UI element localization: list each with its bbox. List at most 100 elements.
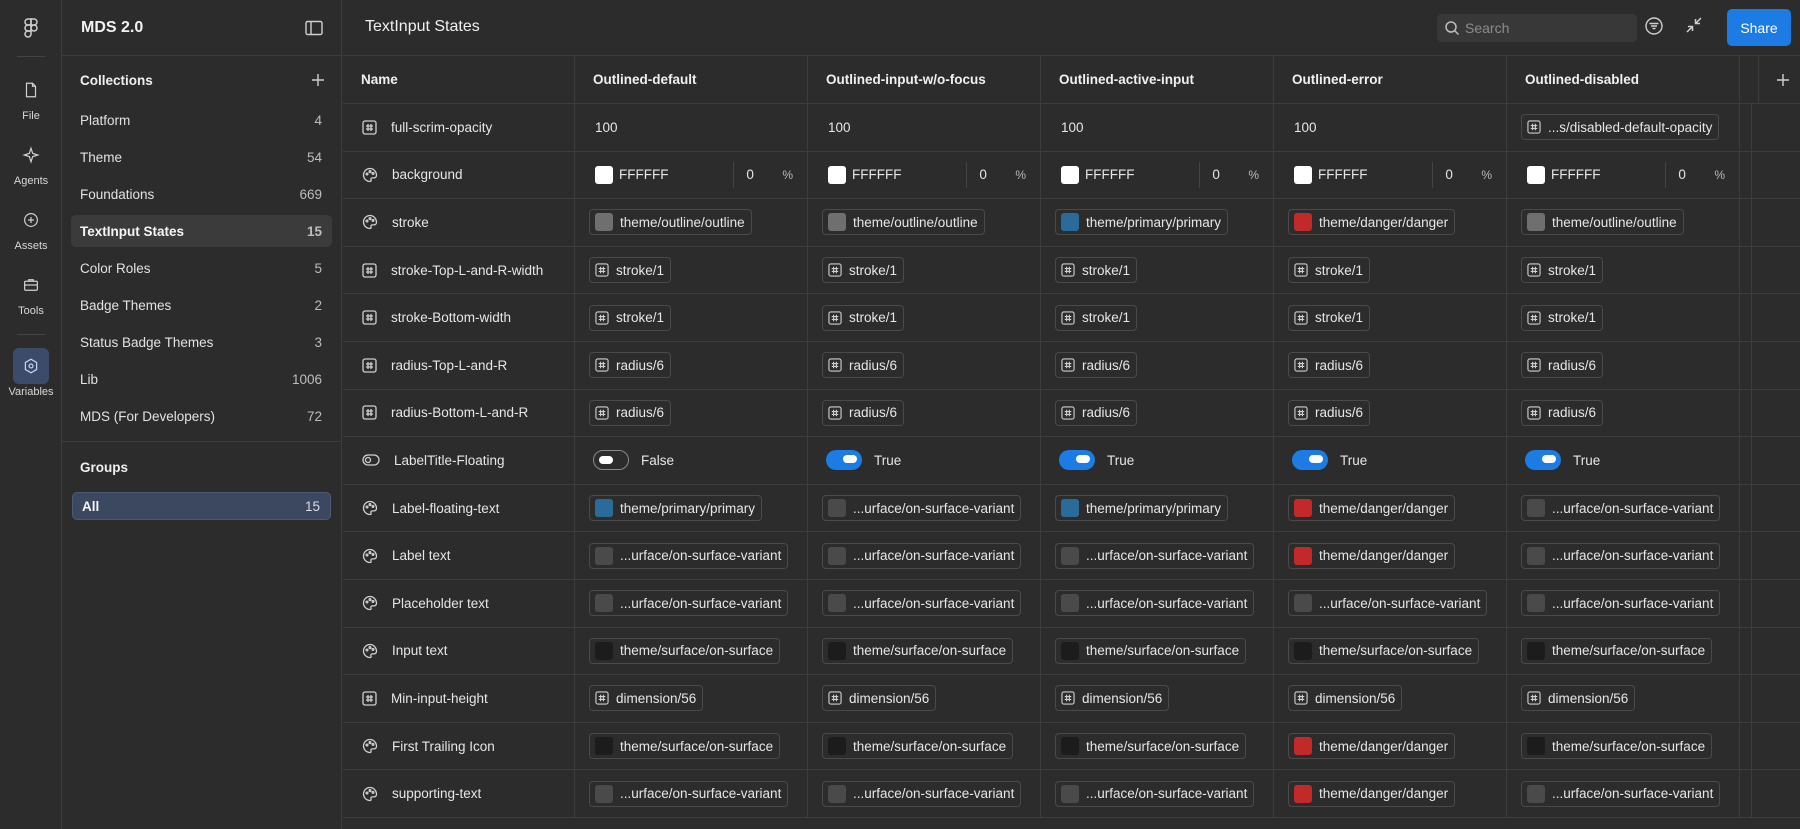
color-value[interactable]: FFFFFF 0% (822, 161, 1040, 188)
mode-value-cell[interactable]: radius/6 (808, 341, 1041, 389)
opacity-value[interactable]: 0 (1445, 167, 1481, 182)
mode-value-cell[interactable]: stroke/1 (808, 294, 1041, 341)
collection-item[interactable]: Status Badge Themes 3 (71, 326, 332, 358)
mode-column-header[interactable]: Outlined-input-w/o-focus (808, 56, 1041, 103)
mode-value-cell[interactable]: 100 (575, 104, 808, 151)
mode-value-cell[interactable]: FFFFFF 0% (575, 151, 808, 199)
variable-name-cell[interactable]: Placeholder text (343, 579, 575, 627)
share-button[interactable]: Share (1727, 9, 1791, 46)
mode-column-header[interactable]: Outlined-default (575, 56, 808, 103)
mode-value-cell[interactable]: ...urface/on-surface-variant (1041, 532, 1274, 579)
mode-value-cell[interactable]: theme/primary/primary (575, 484, 808, 532)
alias-pill[interactable]: radius/6 (1055, 352, 1138, 379)
mode-value-cell[interactable]: stroke/1 (1041, 246, 1274, 294)
rail-item-assets[interactable]: Assets (0, 202, 62, 252)
collection-item[interactable]: Foundations 669 (71, 178, 332, 210)
mode-value-cell[interactable]: radius/6 (808, 389, 1041, 437)
table-row[interactable]: radius-Bottom-L-and-R radius/6 radius/6 rad… (343, 389, 1800, 438)
mode-value-cell[interactable]: theme/outline/outline (808, 199, 1041, 246)
color-alias-pill[interactable]: theme/surface/on-surface (1521, 733, 1713, 760)
mode-value-cell[interactable]: radius/6 (575, 389, 808, 437)
add-mode-button[interactable] (1759, 56, 1800, 103)
color-alias-pill[interactable]: ...urface/on-surface-variant (589, 542, 789, 569)
alias-pill[interactable]: stroke/1 (1521, 257, 1604, 284)
variable-name-cell[interactable]: LabelTitle-Floating (343, 437, 575, 484)
mode-value-cell[interactable]: stroke/1 (1507, 246, 1740, 294)
collection-item[interactable]: Platform 4 (71, 104, 332, 136)
mode-value-cell[interactable]: radius/6 (1507, 341, 1740, 389)
color-alias-pill[interactable]: ...urface/on-surface-variant (1055, 542, 1255, 569)
color-alias-pill[interactable]: ...urface/on-surface-variant (589, 590, 789, 617)
mode-value-cell[interactable]: ...urface/on-surface-variant (1507, 532, 1740, 579)
mode-value-cell[interactable]: stroke/1 (1507, 294, 1740, 341)
color-alias-pill[interactable]: theme/surface/on-surface (1288, 637, 1480, 664)
color-alias-pill[interactable]: ...urface/on-surface-variant (1521, 780, 1721, 807)
mode-value-cell[interactable]: theme/surface/on-surface (1041, 627, 1274, 675)
mode-value-cell[interactable]: dimension/56 (1274, 675, 1507, 722)
mode-value-cell[interactable]: ...urface/on-surface-variant (1041, 579, 1274, 627)
mode-value-cell[interactable]: ...urface/on-surface-variant (1274, 579, 1507, 627)
mode-value-cell[interactable]: theme/primary/primary (1041, 199, 1274, 246)
mode-value-cell[interactable]: ...urface/on-surface-variant (1507, 484, 1740, 532)
color-alias-pill[interactable]: theme/primary/primary (589, 495, 763, 522)
variable-name-cell[interactable]: Label-floating-text (343, 484, 575, 532)
color-alias-pill[interactable]: theme/surface/on-surface (822, 637, 1014, 664)
mode-value-cell[interactable]: ...s/disabled-default-opacity (1507, 104, 1740, 151)
alias-pill[interactable]: dimension/56 (1055, 685, 1170, 712)
alias-pill[interactable]: stroke/1 (589, 257, 672, 284)
color-alias-pill[interactable]: ...urface/on-surface-variant (589, 780, 789, 807)
mode-value-cell[interactable]: ...urface/on-surface-variant (808, 532, 1041, 579)
variable-name-cell[interactable]: radius-Bottom-L-and-R (343, 389, 575, 437)
mode-value-cell[interactable]: FFFFFF 0% (1507, 151, 1740, 199)
mode-column-header[interactable]: Outlined-disabled (1507, 56, 1740, 103)
color-alias-pill[interactable]: ...urface/on-surface-variant (1521, 495, 1721, 522)
mode-value-cell[interactable]: dimension/56 (575, 675, 808, 722)
color-value[interactable]: FFFFFF 0% (589, 161, 807, 188)
collection-item-selected[interactable]: TextInput States 15 (71, 215, 332, 247)
opacity-value[interactable]: 0 (1212, 167, 1248, 182)
alias-pill[interactable]: radius/6 (589, 399, 672, 426)
search-box[interactable] (1437, 14, 1637, 42)
mode-value-cell[interactable]: True (1507, 437, 1740, 484)
color-alias-pill[interactable]: theme/surface/on-surface (589, 733, 781, 760)
mode-value-cell[interactable]: ...urface/on-surface-variant (1507, 770, 1740, 817)
mode-value-cell[interactable]: ...urface/on-surface-variant (808, 579, 1041, 627)
color-alias-pill[interactable]: theme/danger/danger (1288, 209, 1456, 236)
mode-value-cell[interactable]: ...urface/on-surface-variant (808, 770, 1041, 817)
rail-item-tools[interactable]: Tools (0, 267, 62, 317)
alias-pill[interactable]: radius/6 (589, 352, 672, 379)
mode-value-cell[interactable]: theme/danger/danger (1274, 484, 1507, 532)
mode-value-cell[interactable]: True (1274, 437, 1507, 484)
opacity-value[interactable]: 0 (1678, 167, 1714, 182)
color-alias-pill[interactable]: theme/primary/primary (1055, 209, 1229, 236)
mode-value-cell[interactable]: theme/surface/on-surface (1274, 627, 1507, 675)
mode-value-cell[interactable]: radius/6 (1274, 389, 1507, 437)
variable-name-cell[interactable]: Input text (343, 627, 575, 675)
alias-pill[interactable]: radius/6 (822, 399, 905, 426)
color-alias-pill[interactable]: theme/surface/on-surface (589, 637, 781, 664)
collection-item[interactable]: Theme 54 (71, 141, 332, 173)
alias-pill[interactable]: stroke/1 (1055, 257, 1138, 284)
search-input[interactable] (1465, 14, 1635, 42)
color-alias-pill[interactable]: theme/outline/outline (1521, 209, 1684, 236)
alias-pill[interactable]: dimension/56 (1288, 685, 1403, 712)
color-alias-pill[interactable]: ...urface/on-surface-variant (1288, 590, 1488, 617)
collection-item[interactable]: MDS (For Developers) 72 (71, 400, 332, 432)
color-alias-pill[interactable]: theme/surface/on-surface (1055, 637, 1247, 664)
mode-value-cell[interactable]: radius/6 (1507, 389, 1740, 437)
mode-value-cell[interactable]: ...urface/on-surface-variant (808, 484, 1041, 532)
variable-name-cell[interactable]: stroke-Bottom-width (343, 294, 575, 341)
table-row[interactable]: Label-floating-text theme/primary/primary… (343, 484, 1800, 533)
mode-value-cell[interactable]: radius/6 (575, 341, 808, 389)
color-alias-pill[interactable]: ...urface/on-surface-variant (1055, 780, 1255, 807)
boolean-toggle[interactable] (1292, 450, 1328, 471)
filter-icon[interactable] (1644, 16, 1664, 36)
mode-value-cell[interactable]: theme/primary/primary (1041, 484, 1274, 532)
color-alias-pill[interactable]: theme/outline/outline (822, 209, 985, 236)
mode-value-cell[interactable]: FFFFFF 0% (1041, 151, 1274, 199)
alias-pill[interactable]: stroke/1 (822, 304, 905, 331)
table-row[interactable]: Input text theme/surface/on-surface theme/… (343, 627, 1800, 676)
mode-column-header[interactable]: Outlined-error (1274, 56, 1507, 103)
boolean-toggle[interactable] (1059, 450, 1095, 471)
collection-item[interactable]: Lib 1006 (71, 363, 332, 395)
